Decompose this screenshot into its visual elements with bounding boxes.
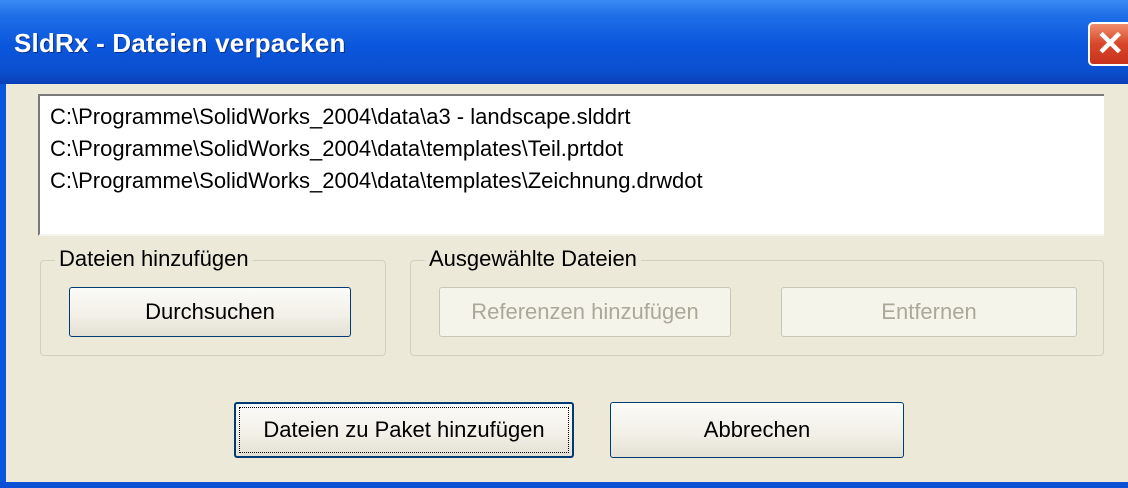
add-files-group-legend: Dateien hinzufügen [55,246,253,272]
browse-button[interactable]: Durchsuchen [69,287,351,337]
list-item[interactable]: C:\Programme\SolidWorks_2004\data\templa… [50,168,703,194]
remove-button-label: Entfernen [881,299,977,324]
file-listbox[interactable]: C:\Programme\SolidWorks_2004\data\a3 - l… [38,94,1104,236]
selected-files-group-legend: Ausgewählte Dateien [425,246,641,272]
window-bottom-border [0,482,1128,488]
window-title: SldRx - Dateien verpacken [14,28,346,58]
selected-files-group: Ausgewählte Dateien Referenzen hinzufüge… [410,246,1104,356]
add-references-button[interactable]: Referenzen hinzufügen [439,287,731,337]
dialog-client-area: C:\Programme\SolidWorks_2004\data\a3 - l… [6,84,1128,482]
dialog-window: SldRx - Dateien verpacken ✕ C:\Programme… [0,0,1128,488]
cancel-button-label: Abbrechen [703,417,811,442]
add-to-package-button-label: Dateien zu Paket hinzufügen [263,417,545,442]
add-files-group: Dateien hinzufügen Durchsuchen [40,246,386,356]
add-to-package-button[interactable]: Dateien zu Paket hinzufügen [234,402,574,458]
add-references-button-label: Referenzen hinzufügen [471,299,699,324]
title-bar[interactable]: SldRx - Dateien verpacken ✕ [0,0,1128,84]
browse-button-label: Durchsuchen [145,299,275,324]
close-icon: ✕ [1096,25,1125,63]
close-button[interactable]: ✕ [1088,22,1128,66]
remove-button[interactable]: Entfernen [781,287,1077,337]
list-item[interactable]: C:\Programme\SolidWorks_2004\data\templa… [50,136,623,162]
cancel-button[interactable]: Abbrechen [610,402,904,458]
list-item[interactable]: C:\Programme\SolidWorks_2004\data\a3 - l… [50,104,630,130]
